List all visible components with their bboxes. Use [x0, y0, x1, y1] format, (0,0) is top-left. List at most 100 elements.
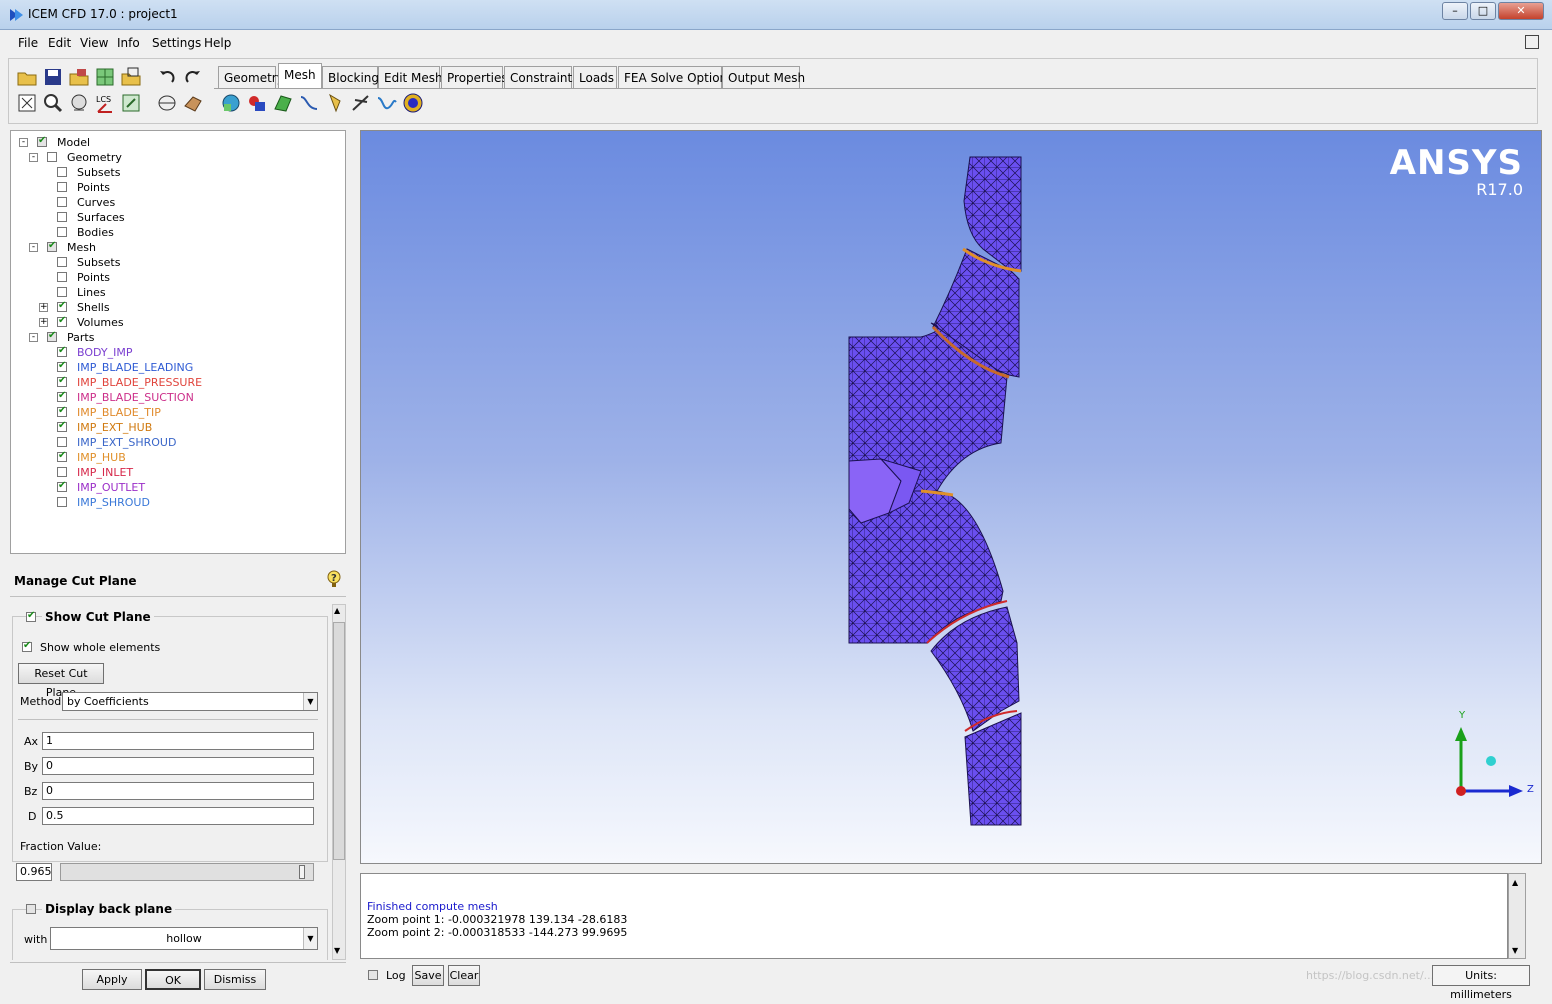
open-mesh-icon[interactable]: [94, 66, 116, 88]
tree-item-part[interactable]: BODY_IMP: [77, 346, 132, 359]
minimize-button[interactable]: –: [1442, 2, 1468, 20]
checkbox-mesh-shells[interactable]: [57, 300, 67, 312]
tree-item-geo-subsets[interactable]: Subsets: [77, 166, 120, 179]
tab-fea-solve-options[interactable]: FEA Solve Options: [618, 66, 733, 88]
checkbox-geo-points[interactable]: [57, 182, 67, 192]
tree-item-mesh[interactable]: Mesh: [67, 241, 96, 254]
ok-button[interactable]: OK: [145, 969, 201, 990]
checkbox-part-imp-outlet[interactable]: [57, 480, 67, 492]
define-connectors-icon[interactable]: [350, 92, 372, 114]
menu-help[interactable]: Help: [204, 36, 231, 50]
checkbox-part-imp-blade-suction[interactable]: [57, 390, 67, 402]
by-input[interactable]: 0: [42, 757, 314, 775]
scroll-down-icon[interactable]: ▼: [334, 946, 340, 955]
undo-icon[interactable]: [156, 66, 178, 88]
checkbox-mesh-volumes[interactable]: [57, 315, 67, 327]
mesh-curve-icon[interactable]: [376, 92, 398, 114]
show-whole-elements-checkbox[interactable]: [22, 640, 32, 652]
measure-icon[interactable]: [68, 92, 90, 114]
panel-scrollbar-thumb[interactable]: [333, 622, 345, 860]
checkbox-part-imp-ext-shroud[interactable]: [57, 437, 67, 447]
with-select[interactable]: hollow ▼: [50, 927, 318, 950]
checkbox-part-imp-blade-pressure[interactable]: [57, 375, 67, 387]
checkbox-part-imp-shroud[interactable]: [57, 497, 67, 507]
checkbox-part-body-imp[interactable]: [57, 345, 67, 357]
shaded-solid-icon[interactable]: [156, 92, 178, 114]
tree-item-part[interactable]: IMP_EXT_SHROUD: [77, 436, 176, 449]
tree-item-part[interactable]: IMP_EXT_HUB: [77, 421, 152, 434]
tree-item-part[interactable]: IMP_BLADE_SUCTION: [77, 391, 194, 404]
expander-geometry[interactable]: -: [29, 153, 38, 162]
menu-settings[interactable]: Settings: [152, 36, 201, 50]
tab-properties[interactable]: Properties: [441, 66, 508, 88]
menu-info[interactable]: Info: [117, 36, 140, 50]
log-checkbox[interactable]: [368, 970, 378, 980]
checkbox-mesh-lines[interactable]: [57, 287, 67, 297]
tab-mesh[interactable]: Mesh: [278, 63, 322, 89]
zoom-box-icon[interactable]: [42, 92, 64, 114]
tree-item-part[interactable]: IMP_OUTLET: [77, 481, 145, 494]
tree-item-part[interactable]: IMP_BLADE_PRESSURE: [77, 376, 202, 389]
tree-item-geo-points[interactable]: Points: [77, 181, 110, 194]
method-select[interactable]: by Coefficients ▼: [62, 692, 318, 711]
scroll-up-icon[interactable]: ▲: [334, 606, 340, 615]
tree-item-mesh-volumes[interactable]: Volumes: [77, 316, 124, 329]
tree-item-geometry[interactable]: Geometry: [67, 151, 122, 164]
ax-input[interactable]: 1: [42, 732, 314, 750]
redo-icon[interactable]: [182, 66, 204, 88]
tree-item-geo-curves[interactable]: Curves: [77, 196, 115, 209]
maximize-button[interactable]: □: [1470, 2, 1496, 20]
open-geometry-icon[interactable]: [68, 66, 90, 88]
tree-item-part[interactable]: IMP_BLADE_TIP: [77, 406, 161, 419]
checkbox-mesh-subsets[interactable]: [57, 257, 67, 267]
checkbox-part-imp-blade-leading[interactable]: [57, 360, 67, 372]
checkbox-geo-subsets[interactable]: [57, 167, 67, 177]
tree-item-mesh-points[interactable]: Points: [77, 271, 110, 284]
expander-model[interactable]: -: [19, 138, 28, 147]
tab-loads[interactable]: Loads: [573, 66, 617, 88]
open-folder-icon[interactable]: [16, 66, 38, 88]
expander-parts[interactable]: -: [29, 333, 38, 342]
tree-item-part[interactable]: IMP_SHROUD: [77, 496, 150, 509]
save-log-button[interactable]: Save: [412, 965, 444, 986]
graphics-viewport[interactable]: ANSYS R17.0 Y Z: [360, 130, 1542, 864]
d-input[interactable]: 0.5: [42, 807, 314, 825]
tree-item-part[interactable]: IMP_HUB: [77, 451, 126, 464]
bz-input[interactable]: 0: [42, 782, 314, 800]
scroll-down-icon[interactable]: ▼: [1512, 946, 1518, 955]
fraction-value-input[interactable]: 0.9656: [16, 863, 52, 881]
open-blocking-icon[interactable]: [120, 66, 142, 88]
create-mesh-density-icon[interactable]: [324, 92, 346, 114]
tab-edit-mesh[interactable]: Edit Mesh: [378, 66, 443, 88]
checkbox-geometry[interactable]: [47, 152, 57, 162]
display-back-plane-checkbox[interactable]: [26, 904, 36, 914]
tree-item-parts[interactable]: Parts: [67, 331, 94, 344]
show-cut-plane-checkbox[interactable]: [26, 610, 36, 622]
checkbox-parts[interactable]: [47, 330, 57, 342]
checkbox-geo-curves[interactable]: [57, 197, 67, 207]
apply-button[interactable]: Apply: [82, 969, 142, 990]
tree-item-part[interactable]: IMP_INLET: [77, 466, 133, 479]
tree-item-mesh-shells[interactable]: Shells: [77, 301, 110, 314]
fraction-slider-track[interactable]: [60, 863, 314, 881]
checkbox-part-imp-hub[interactable]: [57, 450, 67, 462]
restore-window-icon[interactable]: [1525, 35, 1539, 49]
checkbox-geo-surfaces[interactable]: [57, 212, 67, 222]
tab-blocking[interactable]: Blocking: [322, 66, 379, 88]
fit-window-icon[interactable]: [16, 92, 38, 114]
expander-mesh[interactable]: -: [29, 243, 38, 252]
tree-item-part[interactable]: IMP_BLADE_LEADING: [77, 361, 193, 374]
checkbox-part-imp-inlet[interactable]: [57, 467, 67, 477]
tree-item-mesh-subsets[interactable]: Subsets: [77, 256, 120, 269]
solid-wire-icon[interactable]: [182, 92, 204, 114]
save-icon[interactable]: [42, 66, 64, 88]
fraction-slider-thumb[interactable]: [299, 865, 305, 879]
expander-volumes[interactable]: +: [39, 318, 48, 327]
close-button[interactable]: ✕: [1498, 2, 1544, 20]
checkbox-part-imp-blade-tip[interactable]: [57, 405, 67, 417]
tree-item-model[interactable]: Model: [57, 136, 90, 149]
tab-constraints[interactable]: Constraints: [504, 66, 578, 88]
tab-output-mesh[interactable]: Output Mesh: [722, 66, 805, 88]
reset-cut-plane-button[interactable]: Reset Cut Plane: [18, 663, 104, 699]
part-mesh-setup-icon[interactable]: [246, 92, 268, 114]
